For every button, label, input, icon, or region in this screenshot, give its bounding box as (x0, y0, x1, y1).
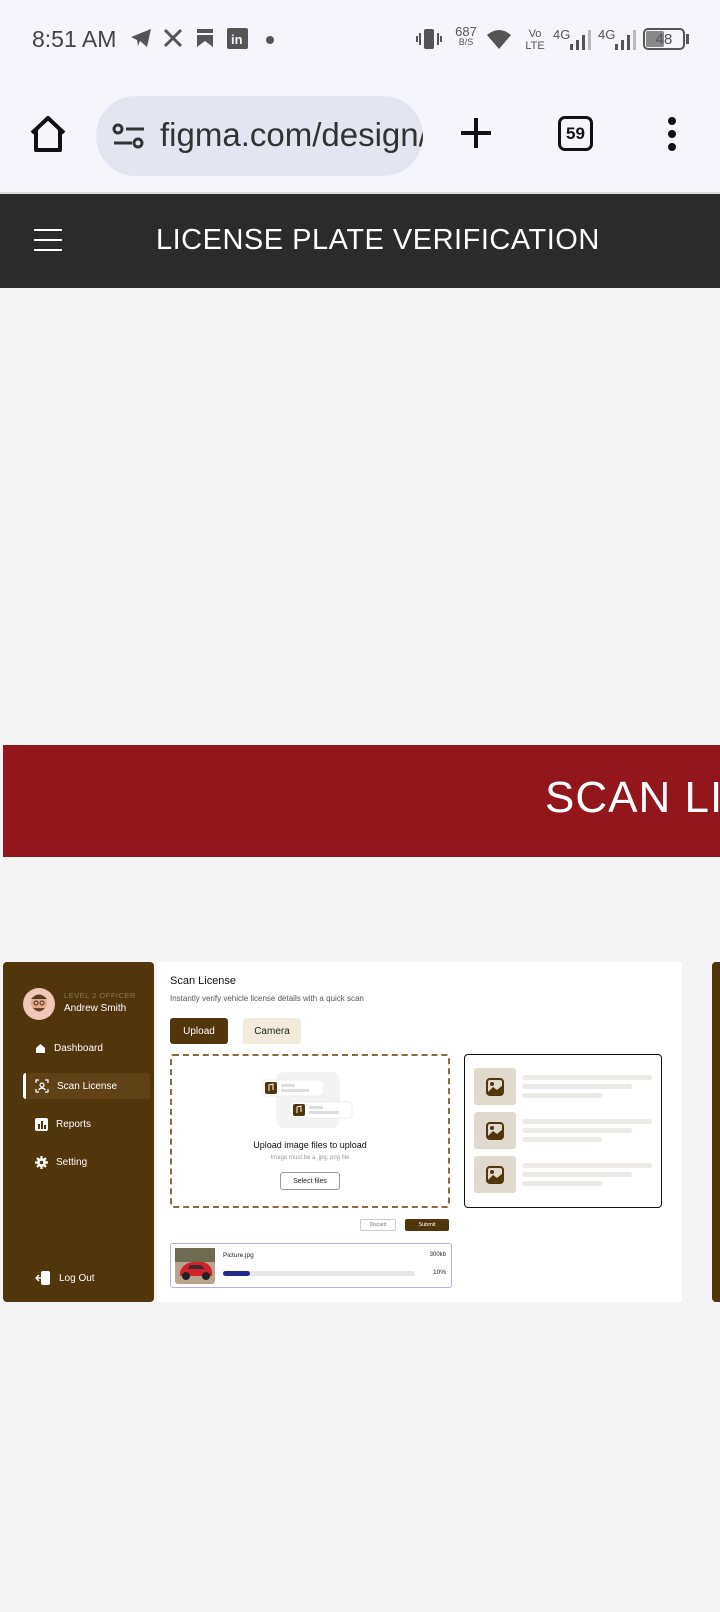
signal-icon (570, 30, 591, 50)
image-placeholder-icon (474, 1156, 516, 1193)
avatar (23, 988, 55, 1020)
file-size: 300kb (429, 1252, 446, 1258)
placeholder-line (522, 1075, 652, 1080)
battery-tip (686, 34, 689, 44)
upload-hint: Image must be a .jpg, png file (270, 1155, 350, 1161)
dashboard-sidebar: LEVEL 2 OFFICER Andrew Smith Dashboard S… (3, 962, 154, 1302)
tab-count: 59 (566, 123, 585, 143)
logout-label: Log Out (59, 1272, 95, 1284)
discard-label: Discard (369, 1222, 387, 1228)
sidebar-item-dashboard[interactable]: Dashboard (23, 1035, 147, 1061)
svg-text:in: in (231, 32, 243, 47)
banner-text: SCAN LICENSE (545, 773, 720, 822)
placeholder-line (522, 1128, 632, 1133)
notification-dot-icon (266, 36, 274, 44)
sidebar-item-label: Dashboard (54, 1042, 103, 1054)
select-files-label: Select files (293, 1177, 327, 1185)
network-speed: 687 B/S (455, 24, 477, 47)
tab-switcher-button[interactable]: 59 (558, 116, 593, 151)
upload-file-card: Picture.jpg 300kb 10% (170, 1243, 452, 1288)
discard-button[interactable]: Discard (360, 1219, 396, 1231)
sidebar-item-label: Scan License (57, 1080, 118, 1092)
tab-upload-label: Upload (183, 1025, 215, 1037)
placeholder-line (522, 1093, 602, 1098)
status-bar: 8:51 AM in 687 B/S Vo LTE 4G 4G 48 (0, 0, 720, 80)
app-header: LICENSE PLATE VERIFICATION (0, 194, 720, 288)
browser-toolbar: figma.com/design/ 59 (0, 80, 720, 194)
upload-progress-bar (223, 1271, 415, 1276)
network-type-1: 4G (553, 27, 571, 42)
upload-dropzone[interactable]: Upload image files to upload Image must … (170, 1054, 450, 1208)
select-files-button[interactable]: Select files (280, 1172, 340, 1190)
sidebar-item-scan-license[interactable]: Scan License (23, 1073, 150, 1099)
upload-heading: Upload image files to upload (253, 1140, 367, 1150)
section-banner: SCAN LICENSE (3, 745, 720, 857)
url-text[interactable]: figma.com/design/ (160, 116, 423, 154)
wifi-icon (487, 30, 511, 49)
sidebar-item-label: Reports (56, 1118, 92, 1130)
clock: 8:51 AM (32, 26, 117, 52)
telegram-icon (131, 29, 151, 47)
placeholder-line (522, 1137, 602, 1142)
site-settings-icon[interactable] (112, 122, 146, 150)
preview-list (464, 1054, 662, 1208)
sidebar-item-setting[interactable]: Setting (23, 1149, 147, 1175)
tab-upload[interactable]: Upload (170, 1018, 228, 1044)
sidebar-item-label: Setting (56, 1156, 88, 1168)
user-name: Andrew Smith (64, 1003, 127, 1014)
scan-icon (35, 1079, 49, 1093)
signal-icon (615, 30, 636, 50)
placeholder-line (522, 1084, 632, 1089)
file-name: Picture.jpg (223, 1252, 254, 1259)
placeholder-line (522, 1163, 652, 1168)
home-icon[interactable] (28, 114, 68, 154)
page-title: LICENSE PLATE VERIFICATION (156, 224, 600, 256)
x-icon (163, 28, 183, 48)
volte-indicator: Vo LTE (525, 28, 545, 52)
hamburger-menu-icon[interactable] (33, 228, 63, 252)
network-type-2: 4G (598, 27, 616, 42)
submit-label: Submit (418, 1222, 436, 1228)
tab-camera[interactable]: Camera (243, 1018, 301, 1044)
logout-icon (35, 1271, 50, 1285)
upload-progress-fill (223, 1271, 250, 1276)
submit-button[interactable]: Submit (405, 1219, 449, 1231)
panel-title: Scan License (170, 975, 237, 987)
battery-icon: 48 (643, 28, 685, 50)
upload-progress-label: 10% (432, 1269, 446, 1276)
home-icon (36, 1043, 45, 1053)
bookmark-icon (197, 29, 213, 47)
reports-icon (35, 1117, 48, 1131)
vibrate-icon (416, 29, 442, 49)
file-illustration-icon (262, 1072, 353, 1128)
placeholder-line (522, 1181, 602, 1186)
address-bar[interactable]: figma.com/design/ (96, 96, 423, 176)
tab-camera-label: Camera (254, 1025, 290, 1037)
panel-subtitle: Instantly verify vehicle license details… (170, 994, 364, 1003)
battery-level: 48 (655, 31, 673, 48)
logout-button[interactable]: Log Out (31, 1265, 155, 1291)
scan-license-panel: Scan License Instantly verify vehicle li… (157, 962, 682, 1302)
placeholder-line (522, 1172, 632, 1177)
file-thumbnail (175, 1248, 215, 1284)
image-placeholder-icon (474, 1112, 516, 1149)
more-options-icon[interactable] (665, 116, 679, 152)
placeholder-line (522, 1119, 652, 1124)
image-placeholder-icon (474, 1068, 516, 1105)
new-tab-icon[interactable] (459, 116, 493, 150)
sidebar-item-reports[interactable]: Reports (23, 1111, 147, 1137)
next-frame-edge (712, 962, 720, 1302)
user-level: LEVEL 2 OFFICER (64, 991, 136, 1000)
linkedin-icon: in (227, 28, 248, 49)
gear-icon (35, 1155, 48, 1169)
